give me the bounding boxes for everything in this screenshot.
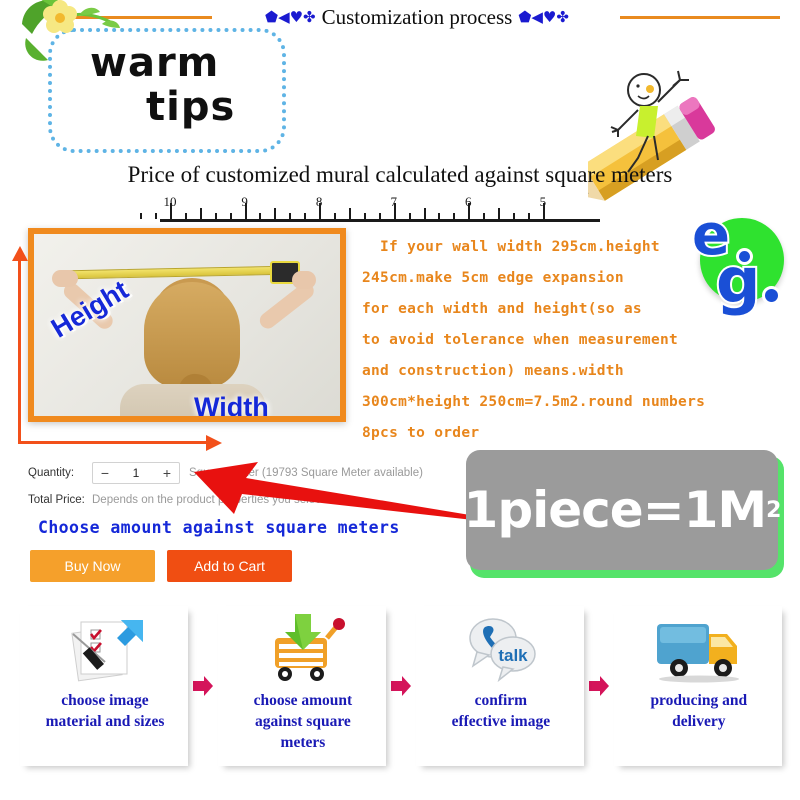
ruler-tick-label: 7 — [390, 194, 397, 209]
ruler-tick-minor — [348, 208, 351, 219]
step3-label-line1: confirm — [474, 692, 528, 709]
step-label: choose image material and sizes — [20, 690, 190, 732]
paragraph-line-3: for each width and height(so as — [362, 301, 642, 317]
customization-process-infographic: ⬟◀♥✤ Customization process ⬟◀♥✤ warm tip… — [0, 0, 800, 800]
step4-label-line2: delivery — [672, 713, 726, 730]
step-arrow-2-icon — [386, 606, 416, 766]
paragraph-line-4: to avoid tolerance when measurement — [362, 332, 679, 348]
ruler-tick-minor — [199, 208, 202, 219]
step2-label-line2: against square — [255, 713, 351, 730]
one-piece-equals-one-square-meter-badge: 1piece=1M 2 — [463, 450, 784, 578]
ruler-tick-minor — [214, 213, 217, 219]
ruler-tick-minor — [438, 213, 441, 219]
process-step-4: producing and delivery — [613, 606, 784, 766]
ruler-tick-minor — [229, 213, 232, 219]
step-arrow-3-icon — [584, 606, 614, 766]
subheading: Price of customized mural calculated aga… — [127, 162, 673, 187]
ruler-tick-minor — [334, 213, 337, 219]
paragraph-line-5: and construction) means.width — [362, 363, 624, 379]
piece-badge-body: 1piece=1M 2 — [463, 450, 781, 570]
height-axis-arrowhead-icon — [12, 246, 28, 261]
document-checklist-icon — [20, 610, 190, 688]
ruler-tick-minor — [527, 213, 530, 219]
process-steps: choose image material and sizes choose a… — [20, 606, 782, 786]
width-label: Width — [194, 392, 269, 422]
red-pointer-arrow-icon — [180, 460, 480, 520]
quantity-input[interactable]: 1 — [117, 466, 155, 480]
ruler-tick-minor — [155, 213, 158, 219]
suit-symbols-left-icon: ⬟◀♥✤ — [265, 7, 316, 26]
ruler-tick-label: 9 — [241, 194, 248, 209]
piece-badge-text: 1piece=1M — [463, 481, 768, 539]
paragraph-line-6: 300cm*height 250cm=7.5m2.round numbers — [362, 394, 706, 410]
header-rule-right — [620, 16, 780, 19]
ruler-tick-minor — [453, 213, 456, 219]
step4-label-line1: producing and — [650, 692, 748, 709]
shopping-cart-icon — [218, 610, 388, 688]
photo-hair — [144, 282, 240, 388]
width-axis-arrowhead-icon — [206, 435, 222, 451]
quantity-label: Quantity: — [28, 467, 75, 479]
wall-measuring-photo: Height Width — [28, 228, 346, 422]
warm-tips-text: warm tips — [50, 26, 280, 146]
ruler-graphic: 10 9 8 7 6 5 — [140, 194, 600, 226]
warm-tips-line1: warm — [90, 40, 220, 86]
width-axis-line — [18, 441, 214, 444]
ruler-tick-minor — [140, 213, 143, 219]
ruler-tick-minor — [483, 213, 486, 219]
total-price-label: Total Price: — [28, 494, 85, 506]
pencil-stick-figure-icon — [575, 62, 723, 212]
paragraph-line-7: 8pcs to order — [362, 425, 480, 441]
ruler-tick-label: 8 — [315, 194, 323, 209]
action-buttons: Buy Now Add to Cart — [30, 550, 292, 582]
process-step-3: talk confirm effective image — [415, 606, 586, 766]
ruler-tick-minor — [184, 213, 187, 219]
step-arrow-1-icon — [188, 606, 218, 766]
step3-label-line2: effective image — [451, 713, 551, 730]
step2-label-line3: meters — [280, 734, 326, 751]
ruler-tick-minor — [498, 208, 501, 219]
ruler-tick-minor — [274, 208, 277, 219]
ruler-tick-label: 6 — [465, 194, 472, 209]
choose-amount-caption: Choose amount against square meters — [38, 518, 400, 537]
step1-label-line1: choose image — [61, 692, 149, 709]
ruler-tick-label: 5 — [539, 194, 547, 209]
add-to-cart-button[interactable]: Add to Cart — [167, 550, 292, 582]
step2-label-line1: choose amount — [253, 692, 353, 709]
buy-now-button[interactable]: Buy Now — [30, 550, 155, 582]
step-label: confirm effective image — [416, 690, 586, 732]
ruler-tick-minor — [304, 213, 307, 219]
photo-right-hand — [292, 271, 316, 289]
svg-text:talk: talk — [498, 646, 528, 665]
step-label: producing and delivery — [614, 690, 784, 732]
talk-bubble-icon: talk — [416, 610, 586, 688]
step1-label-line2: material and sizes — [45, 713, 165, 730]
ruler-tick-minor — [423, 208, 426, 219]
quantity-decrease-button[interactable]: − — [93, 463, 117, 483]
process-step-1: choose image material and sizes — [20, 606, 190, 766]
process-step-2: choose amount against square meters — [217, 606, 388, 766]
delivery-truck-icon — [614, 610, 784, 688]
piece-badge-superscript: 2 — [766, 497, 781, 523]
suit-symbols-right-icon: ⬟◀♥✤ — [518, 7, 569, 26]
photo-left-hand — [52, 270, 78, 287]
ruler-tick-minor — [289, 213, 292, 219]
quantity-increase-button[interactable]: + — [155, 463, 179, 483]
quantity-stepper[interactable]: − 1 + — [92, 462, 180, 484]
page-title: Customization process — [321, 4, 513, 29]
warm-tips-line2: tips — [146, 84, 236, 130]
ruler-baseline — [160, 219, 600, 222]
height-axis-line — [18, 252, 21, 444]
step-label: choose amount against square meters — [218, 690, 388, 753]
ruler-tick-minor — [378, 213, 381, 219]
ruler-tick-label: 10 — [163, 194, 177, 209]
example-paragraph: If your wall width 295cm.height 245cm.ma… — [362, 232, 796, 449]
ruler-tick-minor — [408, 213, 411, 219]
ruler-tick-minor — [513, 213, 516, 219]
paragraph-line-2: 245cm.make 5cm edge expansion — [362, 270, 624, 286]
paragraph-line-1: If your wall width 295cm.height — [380, 239, 660, 255]
ruler-tick-minor — [363, 213, 366, 219]
ruler-tick-minor — [259, 213, 262, 219]
